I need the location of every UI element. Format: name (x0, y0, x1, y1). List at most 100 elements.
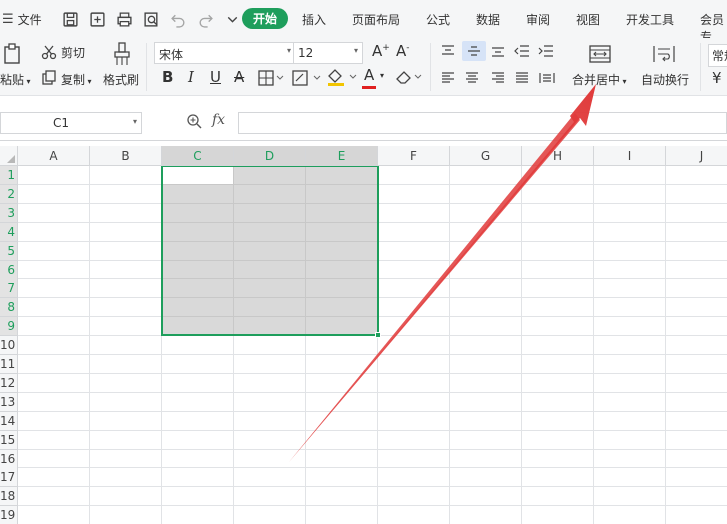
chevron-down-icon[interactable]: ▾ (380, 71, 384, 80)
tab-formulas[interactable]: 公式 (426, 11, 450, 28)
tab-data[interactable]: 数据 (476, 11, 500, 28)
column-header-d[interactable]: D (234, 146, 306, 166)
merge-center-button[interactable]: 合并居中 ▾ (572, 71, 627, 88)
row-gridline (18, 411, 727, 412)
row-gridline (18, 430, 727, 431)
column-header-e[interactable]: E (306, 146, 378, 166)
align-right-icon[interactable] (490, 71, 506, 85)
format-painter-icon[interactable] (112, 41, 132, 67)
row-header-8[interactable]: 8 (0, 298, 18, 317)
align-bottom-icon[interactable] (490, 44, 506, 58)
print-preview-icon[interactable] (143, 11, 160, 28)
redo-icon[interactable] (197, 11, 214, 28)
zoom-search-icon[interactable] (186, 113, 202, 132)
underline-button[interactable]: U (210, 68, 221, 86)
formula-input[interactable] (238, 112, 727, 134)
align-left-icon[interactable] (440, 71, 456, 85)
font-color-swatch (362, 86, 376, 89)
font-name-value: 宋体 (159, 48, 184, 62)
wrap-text-label[interactable]: 自动换行 (641, 71, 689, 88)
select-all-corner[interactable] (0, 146, 18, 166)
row-header-10[interactable]: 10 (0, 336, 18, 355)
tab-insert[interactable]: 插入 (302, 11, 326, 28)
print-icon[interactable] (116, 11, 133, 28)
row-header-11[interactable]: 11 (0, 355, 18, 374)
cell-style-icon[interactable] (292, 69, 322, 87)
tab-developer[interactable]: 开发工具 (626, 11, 674, 28)
font-name-select[interactable]: 宋体 ▾ (154, 42, 296, 64)
column-header-g[interactable]: G (450, 146, 522, 166)
row-header-15[interactable]: 15 (0, 431, 18, 450)
borders-icon[interactable] (258, 69, 284, 87)
row-header-7[interactable]: 7 (0, 279, 18, 298)
file-menu[interactable]: ☰ 文件 (0, 11, 54, 28)
tab-page-layout[interactable]: 页面布局 (352, 11, 400, 28)
more-chevron-icon[interactable] (224, 11, 241, 28)
row-header-16[interactable]: 16 (0, 450, 18, 469)
increase-font-size-icon[interactable]: A+ (372, 42, 390, 60)
row-gridline (18, 467, 727, 468)
align-middle-icon[interactable] (462, 41, 486, 61)
tab-home[interactable]: 开始 (242, 8, 289, 29)
clear-format-icon[interactable] (394, 68, 422, 86)
wrap-text-icon[interactable] (652, 43, 676, 65)
fill-color-icon[interactable] (326, 67, 358, 87)
strikethrough-button[interactable]: A (234, 68, 244, 86)
bold-button[interactable]: B (162, 68, 173, 86)
align-center-icon[interactable] (464, 71, 480, 85)
decrease-font-size-icon[interactable]: A- (396, 42, 410, 60)
name-box-value: C1 (53, 116, 70, 130)
row-gridline (18, 392, 727, 393)
row-header-5[interactable]: 5 (0, 242, 18, 261)
column-header-b[interactable]: B (90, 146, 162, 166)
column-header-a[interactable]: A (18, 146, 90, 166)
align-top-icon[interactable] (440, 44, 456, 58)
format-painter-label[interactable]: 格式刷 (103, 71, 139, 88)
merge-center-icon[interactable] (588, 43, 612, 65)
cut-label[interactable]: 剪切 (61, 44, 85, 61)
column-gridline (521, 166, 522, 524)
row-header-1[interactable]: 1 (0, 166, 18, 185)
select-all-triangle-icon (7, 155, 15, 163)
paste-icon[interactable] (2, 42, 24, 66)
column-header-j[interactable]: J (666, 146, 727, 166)
increase-indent-icon[interactable] (538, 44, 554, 58)
font-size-select[interactable]: 12 ▾ (293, 42, 363, 64)
row-header-3[interactable]: 3 (0, 204, 18, 223)
export-pdf-icon[interactable] (89, 11, 106, 28)
row-header-19[interactable]: 19 (0, 506, 18, 524)
copy-icon[interactable] (40, 70, 58, 86)
paste-button[interactable]: 粘贴 ▾ (0, 71, 31, 88)
copy-button[interactable]: 复制 ▾ (61, 71, 92, 88)
tab-review[interactable]: 审阅 (526, 11, 550, 28)
row-header-9[interactable]: 9 (0, 317, 18, 336)
column-gridline (593, 166, 594, 524)
row-header-14[interactable]: 14 (0, 412, 18, 431)
justify-icon[interactable] (514, 71, 530, 85)
spreadsheet-grid[interactable]: A B C D E F G H I J 1 2 3 4 5 6 7 8 9 10 11 12 13 14 15 16 17 18 19 (0, 141, 727, 524)
name-box[interactable]: C1 ▾ (0, 112, 142, 134)
save-icon[interactable] (62, 11, 79, 28)
row-header-18[interactable]: 18 (0, 487, 18, 506)
row-header-17[interactable]: 17 (0, 468, 18, 487)
number-format-select[interactable]: 常规 (708, 44, 727, 67)
fx-icon[interactable]: fx (212, 112, 225, 128)
undo-icon[interactable] (170, 11, 187, 28)
row-header-4[interactable]: 4 (0, 223, 18, 242)
italic-button[interactable]: I (188, 68, 194, 86)
column-header-i[interactable]: I (594, 146, 666, 166)
decrease-indent-icon[interactable] (514, 44, 530, 58)
column-header-f[interactable]: F (378, 146, 450, 166)
column-header-h[interactable]: H (522, 146, 594, 166)
font-color-button[interactable]: A (364, 66, 374, 84)
fill-handle[interactable] (375, 332, 381, 338)
row-header-6[interactable]: 6 (0, 261, 18, 280)
scissors-icon[interactable] (40, 44, 58, 60)
tab-view[interactable]: 视图 (576, 11, 600, 28)
column-header-c[interactable]: C (162, 146, 234, 166)
distributed-align-icon[interactable] (538, 71, 556, 85)
row-header-12[interactable]: 12 (0, 374, 18, 393)
row-header-2[interactable]: 2 (0, 185, 18, 204)
row-header-13[interactable]: 13 (0, 393, 18, 412)
currency-format-button[interactable]: ¥ (712, 69, 722, 87)
